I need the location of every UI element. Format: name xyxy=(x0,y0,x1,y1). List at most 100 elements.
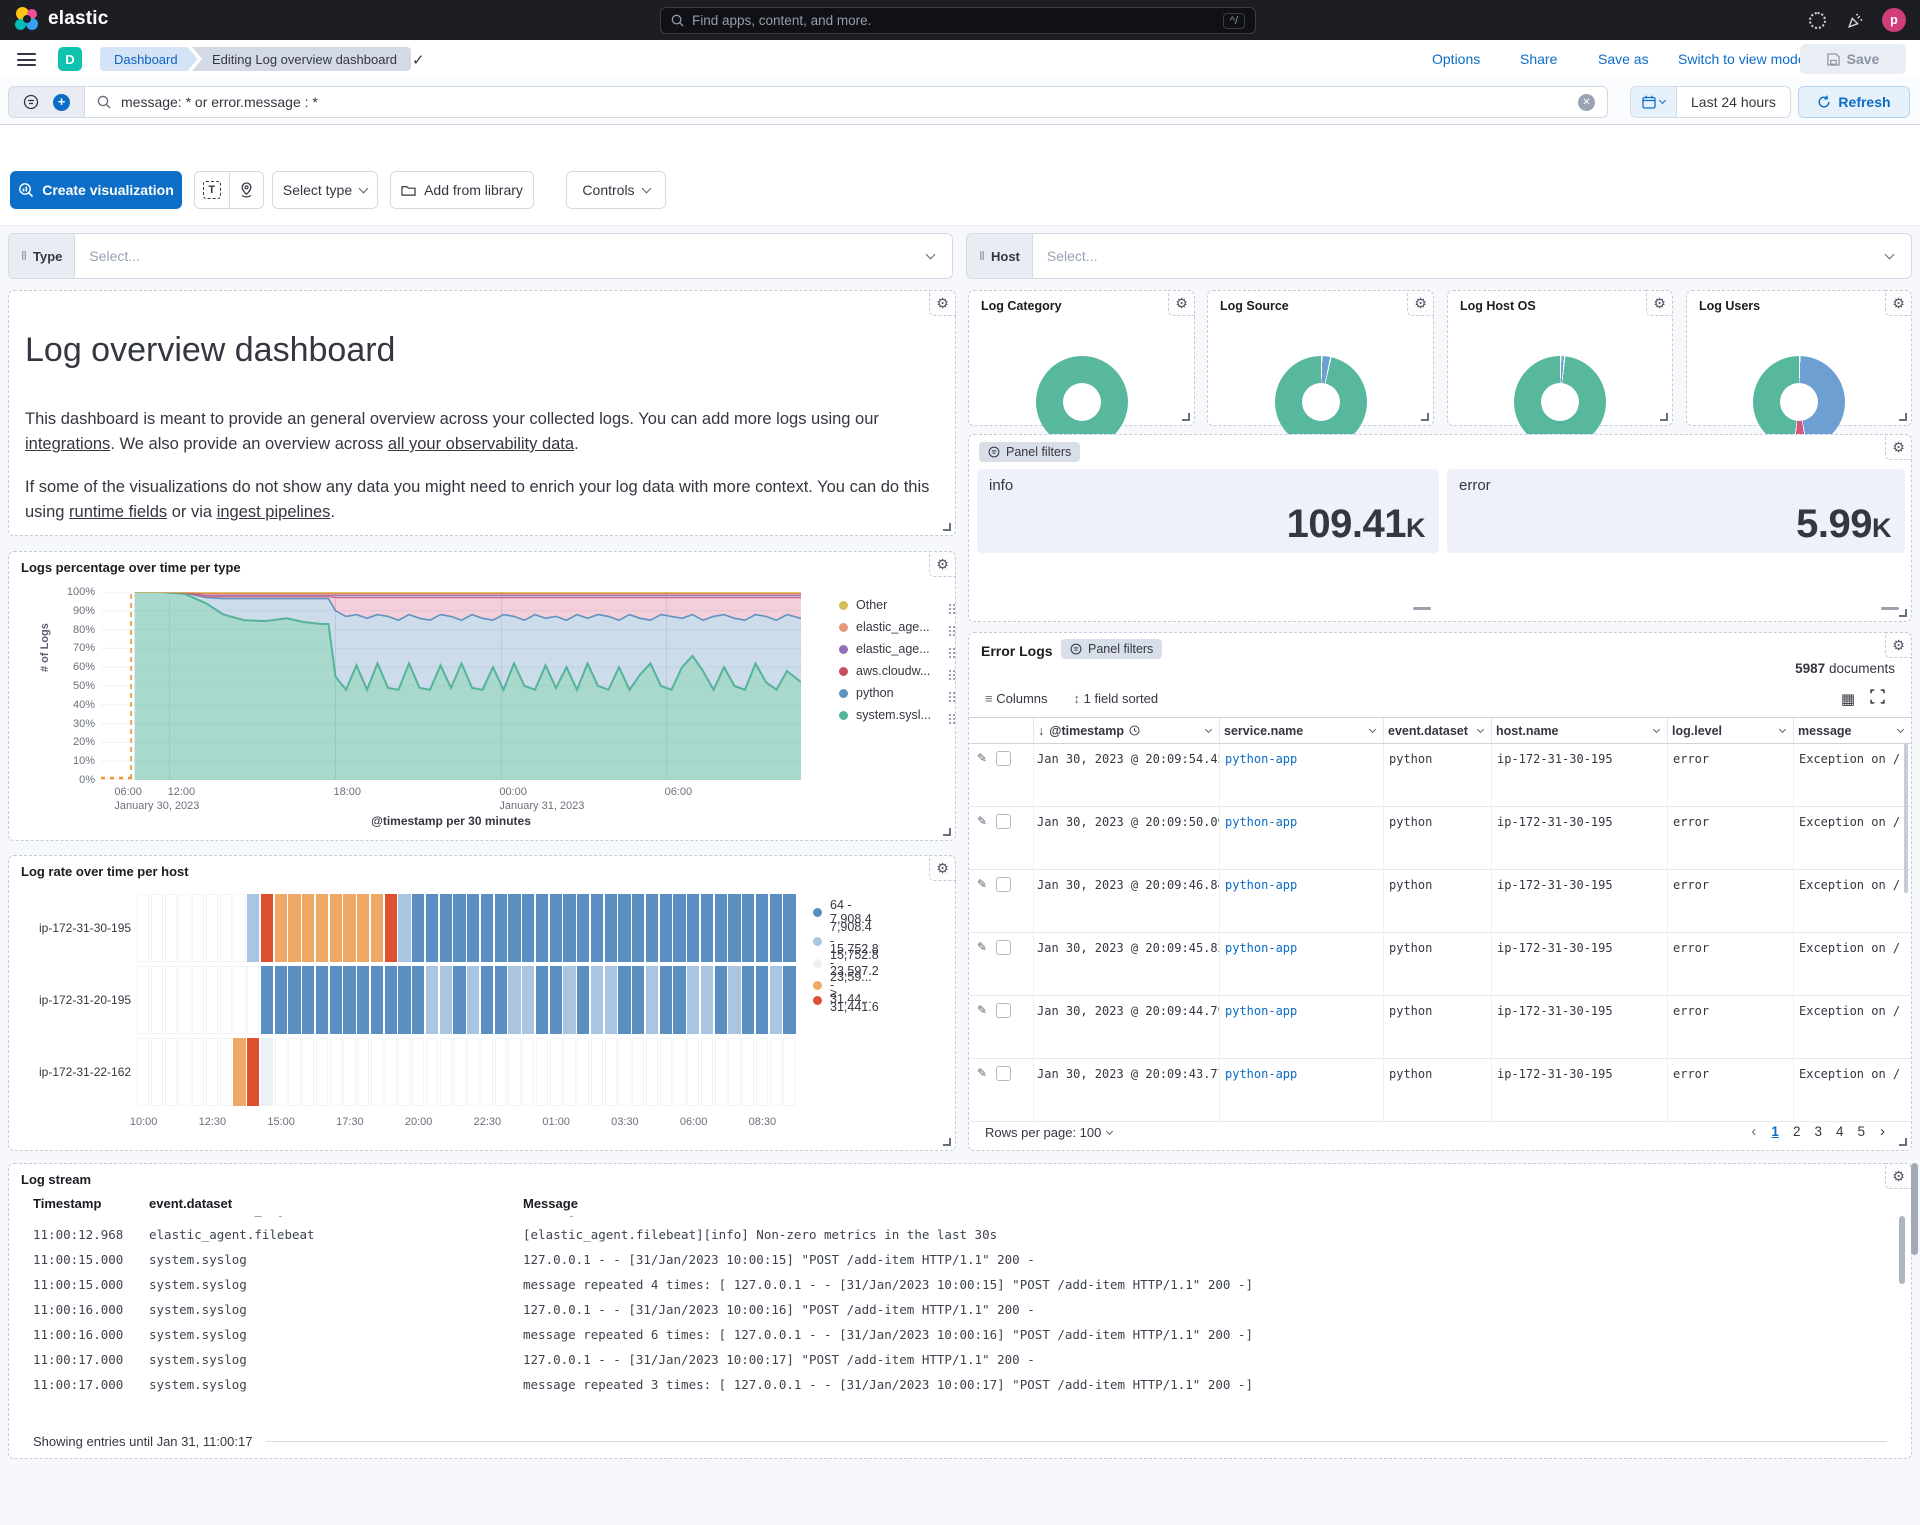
legend-item[interactable]: ≥ 31,441.6 xyxy=(813,986,879,1014)
cell-service-name[interactable]: python-app xyxy=(1219,933,1383,995)
heatmap-cell[interactable] xyxy=(151,1038,163,1106)
heatmap-cell[interactable] xyxy=(330,966,342,1034)
scrollbar[interactable] xyxy=(1899,1216,1905,1284)
heatmap-cell[interactable] xyxy=(618,894,630,962)
heatmap-cell[interactable] xyxy=(728,894,740,962)
heatmap-cell[interactable] xyxy=(453,966,465,1034)
legend-actions-icon[interactable] xyxy=(949,648,951,650)
heatmap-cell[interactable] xyxy=(426,1038,438,1106)
heatmap-cell[interactable] xyxy=(288,1038,300,1106)
page-1[interactable]: 1 xyxy=(1764,1124,1786,1139)
legend-actions-icon[interactable] xyxy=(949,692,951,694)
heatmap-cell[interactable] xyxy=(330,1038,342,1106)
heatmap-cell[interactable] xyxy=(522,894,534,962)
heatmap-cell[interactable] xyxy=(316,966,328,1034)
heatmap-cell[interactable] xyxy=(660,966,672,1034)
heatmap-cell[interactable] xyxy=(220,1038,232,1106)
control-type-label[interactable]: ‖Type xyxy=(9,234,75,278)
heatmap-cell[interactable] xyxy=(412,1038,424,1106)
heatmap-cell[interactable] xyxy=(536,1038,548,1106)
cell-service-name[interactable]: python-app xyxy=(1219,744,1383,806)
fullscreen-icon[interactable] xyxy=(1870,689,1885,704)
heatmap-cell[interactable] xyxy=(385,894,397,962)
heatmap-cell[interactable] xyxy=(536,966,548,1034)
table-row[interactable]: ✎ Jan 30, 2023 @ 20:09:50.093 python-app… xyxy=(969,807,1911,870)
expand-row-icon[interactable]: ✎ xyxy=(977,814,987,869)
prev-page-icon[interactable]: ‹ xyxy=(1743,1123,1764,1140)
heatmap-cell[interactable] xyxy=(783,894,795,962)
ingest-pipelines-link[interactable]: ingest pipelines xyxy=(217,503,331,521)
heatmap-cell[interactable] xyxy=(770,966,782,1034)
heatmap-cell[interactable] xyxy=(467,966,479,1034)
legend-actions-icon[interactable] xyxy=(949,626,951,628)
heatmap-cell[interactable] xyxy=(275,894,287,962)
heatmap-cell[interactable] xyxy=(343,966,355,1034)
heatmap-cell[interactable] xyxy=(426,894,438,962)
panel-settings-gear-icon[interactable]: ⚙ xyxy=(929,290,956,316)
heatmap-cell[interactable] xyxy=(178,1038,190,1106)
share-link[interactable]: Share xyxy=(1520,51,1557,67)
panel-resize-handle[interactable] xyxy=(1182,413,1190,421)
options-link[interactable]: Options xyxy=(1432,51,1480,67)
heatmap-cell[interactable] xyxy=(261,894,273,962)
legend-item[interactable]: system.sysl... xyxy=(839,708,951,722)
heatmap-cell[interactable] xyxy=(646,894,658,962)
heatmap-cell[interactable] xyxy=(412,966,424,1034)
heatmap-cell[interactable] xyxy=(165,1038,177,1106)
heatmap-cell[interactable] xyxy=(770,894,782,962)
heatmap-cell[interactable] xyxy=(495,966,507,1034)
panel-settings-gear-icon[interactable]: ⚙ xyxy=(1885,290,1912,316)
heatmap-cell[interactable] xyxy=(233,1038,245,1106)
heatmap-cell[interactable] xyxy=(247,966,259,1034)
heatmap-cell[interactable] xyxy=(151,966,163,1034)
heatmap-cell[interactable] xyxy=(302,966,314,1034)
heatmap-cell[interactable] xyxy=(577,894,589,962)
legend-item[interactable]: python xyxy=(839,686,951,700)
heatmap-cell[interactable] xyxy=(137,966,149,1034)
newsfeed-icon[interactable] xyxy=(1844,9,1866,31)
heatmap-cell[interactable] xyxy=(563,966,575,1034)
legend-actions-icon[interactable] xyxy=(949,670,951,672)
heatmap-cell[interactable] xyxy=(371,894,383,962)
heatmap-cell[interactable] xyxy=(495,1038,507,1106)
heatmap-cell[interactable] xyxy=(178,966,190,1034)
global-search-input[interactable]: Find apps, content, and more. ^/ xyxy=(660,7,1256,34)
legend-item[interactable]: Other xyxy=(839,598,951,612)
heatmap-cell[interactable] xyxy=(646,1038,658,1106)
heatmap-cell[interactable] xyxy=(742,1038,754,1106)
table-row[interactable]: ✎ Jan 30, 2023 @ 20:09:44.797 python-app… xyxy=(969,996,1911,1059)
heatmap-cell[interactable] xyxy=(550,1038,562,1106)
row-checkbox[interactable] xyxy=(996,1003,1011,1018)
observability-data-link[interactable]: all your observability data xyxy=(388,435,574,453)
heatmap-cell[interactable] xyxy=(261,966,273,1034)
heatmap-cell[interactable] xyxy=(316,1038,328,1106)
expand-row-icon[interactable]: ✎ xyxy=(977,1066,987,1121)
legend-item[interactable]: elastic_age... xyxy=(839,642,951,656)
heatmap-cell[interactable] xyxy=(715,1038,727,1106)
heatmap-cell[interactable] xyxy=(192,1038,204,1106)
column-header-@timestamp[interactable]: ↓ @timestamp xyxy=(1033,718,1219,743)
page-2[interactable]: 2 xyxy=(1786,1124,1808,1139)
panel-settings-gear-icon[interactable]: ⚙ xyxy=(1407,290,1434,316)
create-visualization-button[interactable]: Create visualization xyxy=(10,171,182,209)
heatmap-cell[interactable] xyxy=(605,966,617,1034)
table-row[interactable]: ✎ Jan 30, 2023 @ 20:09:45.821 python-app… xyxy=(969,933,1911,996)
control-host-label[interactable]: ‖Host xyxy=(967,234,1033,278)
heatmap-cell[interactable] xyxy=(440,1038,452,1106)
heatmap-cell[interactable] xyxy=(357,1038,369,1106)
row-checkbox[interactable] xyxy=(996,814,1011,829)
panel-resize-handle[interactable] xyxy=(943,1138,951,1146)
drag-handle-icon[interactable]: ‖ xyxy=(979,249,984,263)
heatmap-cell[interactable] xyxy=(508,966,520,1034)
cell-service-name[interactable]: python-app xyxy=(1219,807,1383,869)
area-chart-plot[interactable] xyxy=(101,592,801,780)
heatmap-cell[interactable] xyxy=(646,966,658,1034)
heatmap-cell[interactable] xyxy=(302,894,314,962)
switch-view-mode-link[interactable]: Switch to view mode xyxy=(1678,51,1806,67)
add-from-library-button[interactable]: Add from library xyxy=(390,171,534,209)
heatmap-cell[interactable] xyxy=(577,1038,589,1106)
map-marker-icon[interactable] xyxy=(230,172,264,208)
heatmap-cell[interactable] xyxy=(701,894,713,962)
heatmap-cell[interactable] xyxy=(673,894,685,962)
heatmap-cell[interactable] xyxy=(742,966,754,1034)
